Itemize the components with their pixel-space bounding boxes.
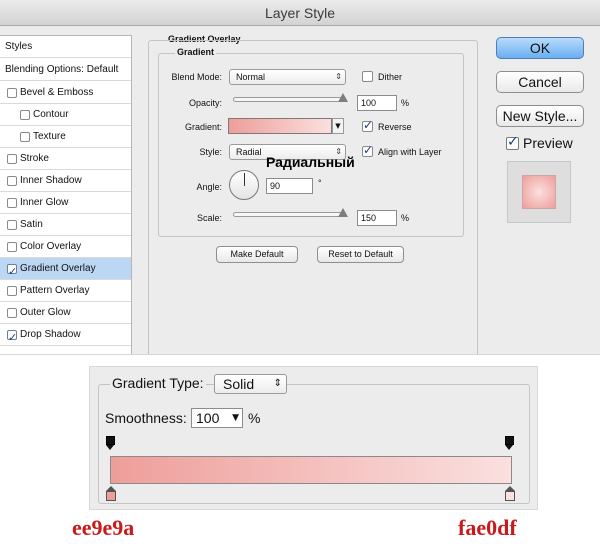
style-item-label: Contour [33,109,69,120]
gradient-editor: Gradient Type: Solid ⇕ Smoothness: 100 ▼… [89,366,538,510]
gradient-dropdown-arrow-icon[interactable]: ▼ [332,118,344,134]
angle-label: Angle: [196,182,222,192]
style-item-checkbox[interactable] [7,220,17,230]
layer-style-dialog: Layer Style Styles Blending Options: Def… [0,0,600,355]
dropdown-arrow-icon: ▼ [232,413,239,423]
blend-mode-value: Normal [236,72,266,82]
smoothness-unit: % [246,410,263,426]
style-item-checkbox[interactable] [7,308,17,318]
style-item-label: Stroke [20,153,49,164]
style-item-drop-shadow[interactable]: Drop Shadow [0,324,131,349]
cancel-button[interactable]: Cancel [496,71,584,93]
scale-label: Scale: [196,213,222,223]
align-with-layer-label: Align with Layer [378,147,442,157]
reverse-checkbox[interactable] [362,118,373,132]
gradient-group-title: Gradient [175,47,217,57]
angle-unit: ° [318,178,322,188]
gradient-type-value: Solid [223,376,255,392]
gradient-editor-group [98,384,530,504]
style-item-gradient-overlay[interactable]: Gradient Overlay [0,258,131,283]
style-annotation: Радиальный [266,154,355,170]
opacity-stop-right[interactable] [505,436,514,450]
style-item-label: Inner Glow [20,197,69,208]
reverse-label: Reverse [378,122,412,132]
style-value: Radial [236,147,262,157]
smoothness-input[interactable]: 100 ▼ [191,408,243,428]
style-item-label: Inner Shadow [20,175,82,186]
style-item-checkbox[interactable] [7,88,17,98]
blending-options-item[interactable]: Blending Options: Default [0,59,131,81]
updown-arrows-icon: ⇕ [273,378,282,389]
dither-checkbox[interactable] [362,71,373,82]
angle-input[interactable]: 90 [266,178,313,194]
dialog-title: Layer Style [0,0,600,26]
scale-unit: % [401,213,410,223]
style-item-checkbox[interactable] [7,154,17,164]
style-item-label: Satin [20,219,43,230]
styles-list: Styles Blending Options: Default Bevel &… [0,35,132,354]
color-stop-right[interactable] [505,486,515,501]
gradient-type-select[interactable]: Solid ⇕ [214,374,287,394]
style-item-inner-glow[interactable]: Inner Glow [0,192,131,214]
gradient-swatch[interactable] [228,118,332,134]
opacity-unit: % [401,98,410,108]
opacity-stop-left[interactable] [106,436,115,450]
left-color-hex-label: ee9e9a [72,515,135,540]
style-item-label: Pattern Overlay [20,285,90,296]
style-item-color-overlay[interactable]: Color Overlay [0,236,131,258]
style-item-label: Gradient Overlay [20,263,96,274]
align-with-layer-checkbox[interactable] [362,143,373,157]
scale-slider[interactable] [233,208,348,217]
style-item-label: Texture [33,131,66,142]
preview-label: Preview [523,135,573,151]
gradient-type-label: Gradient Type: [110,375,206,391]
style-item-checkbox[interactable] [7,198,17,208]
gradient-label: Gradient: [184,122,222,132]
ok-button[interactable]: OK [496,37,584,59]
preview-thumbnail [507,161,571,223]
new-style-button[interactable]: New Style... [496,105,584,127]
style-item-pattern-overlay[interactable]: Pattern Overlay [0,280,131,302]
opacity-label: Opacity: [188,98,222,108]
make-default-button[interactable]: Make Default [216,246,298,263]
updown-arrows-icon: ⇕ [335,72,342,81]
style-item-satin[interactable]: Satin [0,214,131,236]
style-item-stroke[interactable]: Stroke [0,148,131,170]
angle-dial-icon[interactable] [229,170,259,200]
opacity-slider-thumb[interactable] [338,93,348,102]
style-item-bevel-emboss[interactable]: Bevel & Emboss [0,82,131,104]
scale-slider-thumb[interactable] [338,208,348,217]
blend-mode-select[interactable]: Normal ⇕ [229,69,346,85]
style-item-label: Outer Glow [20,307,71,318]
style-item-inner-shadow[interactable]: Inner Shadow [0,170,131,192]
style-item-label: Color Overlay [20,241,82,252]
opacity-slider[interactable] [233,93,348,102]
style-item-checkbox[interactable] [7,242,17,252]
style-item-outer-glow[interactable]: Outer Glow [0,302,131,324]
preview-checkbox[interactable] [506,134,519,150]
gradient-ramp[interactable] [110,456,512,484]
style-item-checkbox[interactable] [20,132,30,142]
style-item-checkbox[interactable] [7,176,17,186]
smoothness-value: 100 [196,410,220,426]
style-item-label: Bevel & Emboss [20,87,94,98]
scale-input[interactable]: 150 [357,210,397,226]
style-item-label: Drop Shadow [20,329,81,340]
reset-to-default-button[interactable]: Reset to Default [317,246,404,263]
style-item-contour[interactable]: Contour [0,104,131,126]
style-item-checkbox[interactable] [7,327,17,349]
right-color-hex-label: fae0df [458,515,517,540]
dither-label: Dither [378,72,403,82]
style-item-checkbox[interactable] [7,286,17,296]
opacity-input[interactable]: 100 [357,95,397,111]
smoothness-label: Smoothness: [103,410,189,426]
color-stop-left[interactable] [106,486,116,501]
style-item-checkbox[interactable] [7,261,17,283]
style-item-texture[interactable]: Texture [0,126,131,148]
preview-swatch [522,175,556,209]
blend-mode-label: Blend Mode: [171,72,222,82]
styles-header[interactable]: Styles [0,36,131,58]
style-item-checkbox[interactable] [20,110,30,120]
style-label: Style: [199,147,222,157]
